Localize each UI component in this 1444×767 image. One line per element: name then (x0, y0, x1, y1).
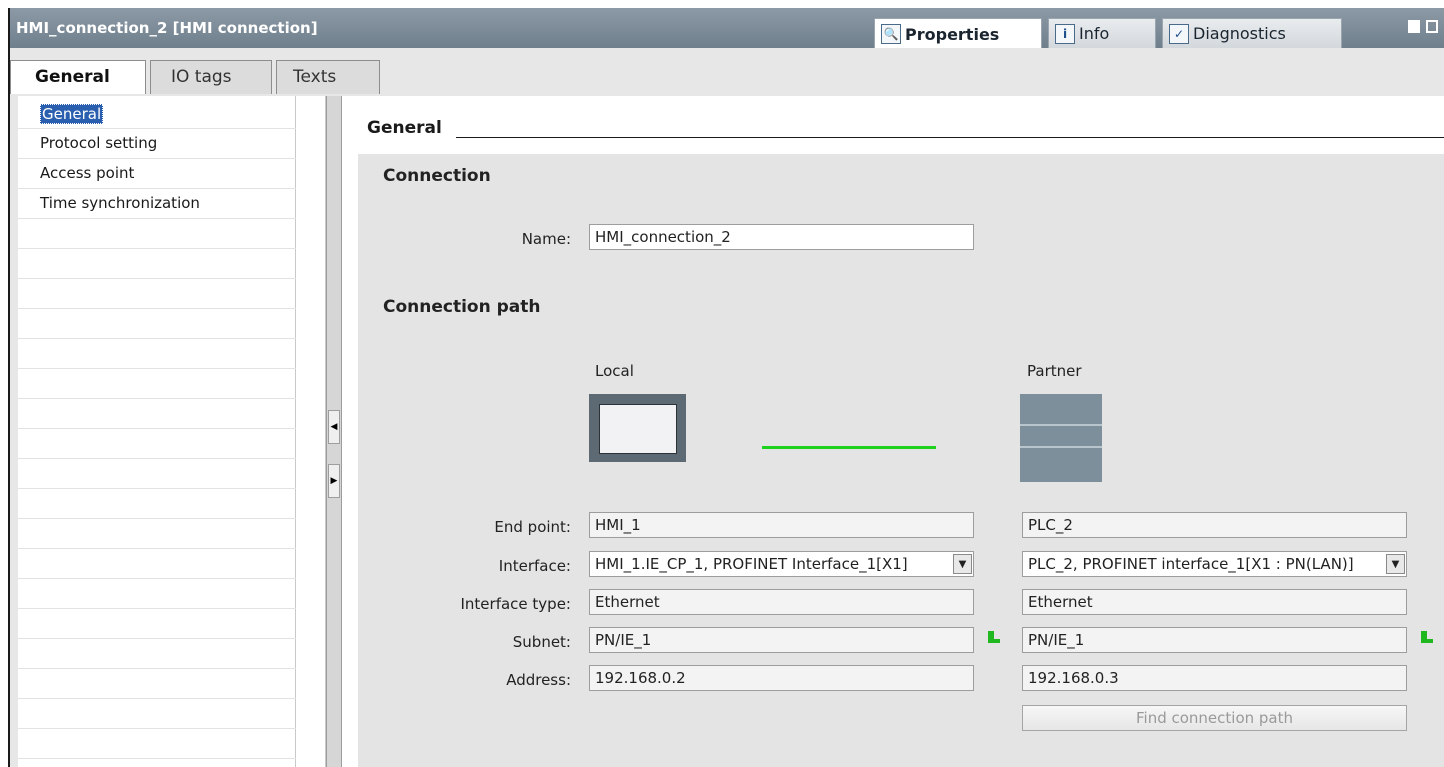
partner-label: Partner (1027, 362, 1082, 380)
nav-divider (18, 548, 296, 549)
partner-interface-type-field: Ethernet (1022, 589, 1407, 615)
nav-divider (18, 668, 296, 669)
tab-info-label: Info (1079, 24, 1110, 43)
nav-divider (18, 698, 296, 699)
nav-item-time-synchronization[interactable]: Time synchronization (40, 194, 200, 212)
nav-divider (18, 278, 296, 279)
tab-diagnostics-label: Diagnostics (1193, 24, 1286, 43)
nav-divider (18, 128, 296, 129)
interface-label: Interface: (498, 557, 571, 575)
window-title: HMI_connection_2 [HMI connection] (16, 19, 318, 37)
nav-divider (18, 638, 296, 639)
local-interface-type-field: Ethernet (589, 589, 974, 615)
connection-link-line (762, 446, 936, 449)
nav-divider (18, 458, 296, 459)
subnet-label: Subnet: (512, 633, 571, 651)
partner-subnet-field: PN/IE_1 (1022, 627, 1407, 653)
tab-info[interactable]: i Info (1048, 18, 1156, 48)
collapse-left-icon[interactable]: ◀ (328, 410, 340, 444)
address-label: Address: (506, 671, 571, 689)
nav-divider (18, 308, 296, 309)
properties-icon: 🔍 (881, 24, 901, 44)
hmi-device-icon (589, 394, 686, 462)
end-point-label: End point: (494, 518, 571, 536)
partner-end-point-field[interactable]: PLC_2 (1022, 512, 1407, 538)
section-header-general: General (367, 118, 442, 138)
name-label: Name: (521, 230, 571, 248)
nav-divider (18, 248, 296, 249)
tab-diagnostics[interactable]: ✓ Diagnostics (1162, 18, 1342, 48)
expand-right-icon[interactable]: ▶ (328, 464, 340, 498)
nav-divider (18, 188, 296, 189)
subtab-texts[interactable]: Texts (276, 60, 380, 94)
chevron-down-icon[interactable]: ▼ (953, 554, 972, 574)
nav-divider (18, 428, 296, 429)
hmi-screen (599, 404, 677, 454)
section-title-connection-path: Connection path (383, 297, 541, 317)
window-controls (1408, 20, 1438, 33)
nav-divider (18, 608, 296, 609)
plc-band (1020, 424, 1102, 426)
tab-properties[interactable]: 🔍 Properties (874, 18, 1042, 49)
panel-splitter[interactable]: ◀ ▶ (326, 96, 342, 767)
find-connection-path-button[interactable]: Find connection path (1022, 705, 1407, 731)
partner-interface-select[interactable]: PLC_2, PROFINET interface_1[X1 : PN(LAN)… (1022, 551, 1407, 577)
plc-device-icon (1020, 394, 1102, 482)
chevron-down-icon[interactable]: ▼ (1386, 554, 1405, 574)
diagnostics-icon: ✓ (1169, 23, 1189, 44)
inspector-titlebar: HMI_connection_2 [HMI connection] 🔍 Prop… (8, 8, 1444, 49)
nav-divider (18, 728, 296, 729)
nav-divider (18, 158, 296, 159)
local-address-field[interactable]: 192.168.0.2 (589, 665, 974, 691)
local-interface-select[interactable]: HMI_1.IE_CP_1, PROFINET Interface_1[X1] … (589, 551, 974, 577)
connection-name-input[interactable]: HMI_connection_2 (589, 224, 974, 250)
network-icon (986, 631, 1000, 645)
partner-address-field[interactable]: 192.168.0.3 (1022, 665, 1407, 691)
info-icon: i (1055, 23, 1075, 44)
nav-item-access-point[interactable]: Access point (40, 164, 134, 182)
maximize-window-icon[interactable] (1426, 20, 1438, 33)
float-window-icon[interactable] (1408, 20, 1420, 33)
local-label: Local (595, 362, 634, 380)
subtab-io-tags[interactable]: IO tags (150, 60, 272, 94)
local-interface-value: HMI_1.IE_CP_1, PROFINET Interface_1[X1] (595, 555, 908, 573)
partner-interface-value: PLC_2, PROFINET interface_1[X1 : PN(LAN)… (1028, 555, 1354, 573)
nav-item-general[interactable]: General (40, 104, 104, 124)
network-icon (1419, 631, 1433, 645)
tab-properties-label: Properties (905, 24, 1000, 44)
nav-divider (18, 518, 296, 519)
local-end-point-field[interactable]: HMI_1 (589, 512, 974, 538)
plc-band (1020, 446, 1102, 448)
section-title-connection: Connection (383, 166, 491, 186)
nav-tree: General Protocol setting Access point Ti… (18, 96, 296, 767)
left-border (8, 8, 10, 767)
nav-secondary-column (296, 96, 326, 767)
nav-divider (18, 368, 296, 369)
nav-divider (18, 398, 296, 399)
local-subnet-field: PN/IE_1 (589, 627, 974, 653)
nav-item-protocol-setting[interactable]: Protocol setting (40, 134, 157, 152)
nav-divider (18, 578, 296, 579)
header-rule (456, 137, 1444, 138)
interface-type-label: Interface type: (460, 595, 572, 613)
subtab-general[interactable]: General (10, 60, 146, 94)
nav-divider (18, 218, 296, 219)
subtabs: General IO tags Texts (10, 60, 380, 94)
nav-divider (18, 758, 296, 759)
nav-divider (18, 488, 296, 489)
nav-divider (18, 338, 296, 339)
